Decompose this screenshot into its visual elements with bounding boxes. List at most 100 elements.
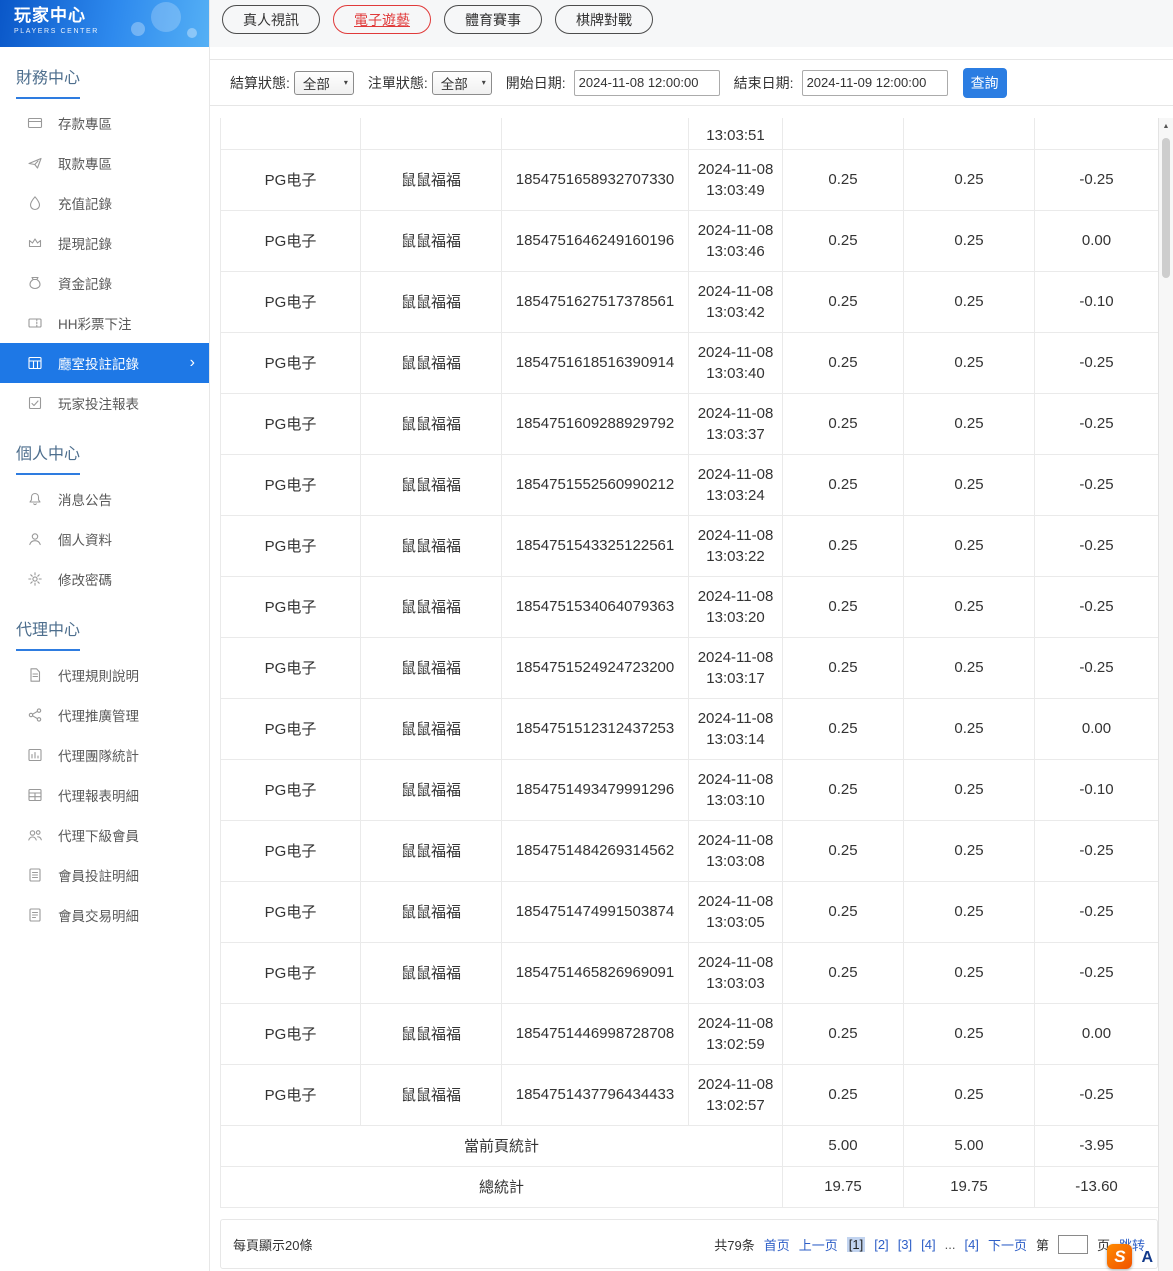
valid-bet-cell: 0.25 [904,1003,1035,1064]
sidebar-item[interactable]: 提現記錄 [0,223,209,263]
sidebar-item[interactable]: 玩家投注報表 [0,383,209,423]
provider-cell: PG电子 [221,210,361,271]
tabs-bar: 真人視訊電子遊藝體育賽事棋牌對戰 [210,0,1173,47]
end-date-input[interactable] [802,70,948,96]
provider-cell [221,118,361,149]
sidebar-item[interactable]: 修改密碼 [0,559,209,599]
bet-amount-cell: 0.25 [783,149,904,210]
bet-amount-cell: 0.25 [783,576,904,637]
sidebar-item[interactable]: 資金記錄 [0,263,209,303]
bet-row: PG电子鼠鼠福福18547516275173785612024-11-0813:… [221,271,1159,332]
first-page-link[interactable]: 首页 [764,1235,790,1254]
sidebar-item[interactable]: 代理報表明細 [0,775,209,815]
time-cell: 2024-11-0813:03:49 [689,149,783,210]
bet-status-value: 全部 [441,73,468,93]
sidebar-item[interactable]: 充值記錄 [0,183,209,223]
valid-bet-cell: 0.25 [904,759,1035,820]
category-tab[interactable]: 體育賽事 [444,5,542,34]
clipped-top-row: 13:03:51 [221,118,1159,149]
sidebar-item[interactable]: 代理規則說明 [0,655,209,695]
next-page-link[interactable]: 下一页 [988,1235,1027,1254]
valid-bet-cell: 0.25 [904,210,1035,271]
sidebar-item-label: 修改密碼 [58,569,112,589]
jump-page-input[interactable] [1058,1235,1088,1254]
net-cell: -0.25 [1035,149,1159,210]
net-cell: -0.25 [1035,454,1159,515]
page-number-link[interactable]: [3] [898,1237,912,1252]
prev-page-link[interactable]: 上一页 [799,1235,838,1254]
bet-amount-cell: 0.25 [783,1064,904,1125]
valid-bet-cell: 0.25 [904,576,1035,637]
sidebar-item[interactable]: 代理團隊統計 [0,735,209,775]
sidebar-item[interactable]: 代理推廣管理 [0,695,209,735]
page-summary-row: 當前頁統計 5.00 5.00 -3.95 [221,1125,1159,1166]
category-tab[interactable]: 棋牌對戰 [555,5,653,34]
jump-prefix-label: 第 [1036,1235,1049,1254]
page-number-link[interactable]: [4] [921,1237,935,1252]
time-cell: 2024-11-0813:03:17 [689,637,783,698]
bet-id-cell: 1854751627517378561 [502,271,689,332]
provider-cell: PG电子 [221,881,361,942]
valid-bet-cell: 0.25 [904,820,1035,881]
time-cell: 2024-11-0813:03:20 [689,576,783,637]
sidebar-item[interactable]: 消息公告 [0,479,209,519]
valid-bet-cell: 0.25 [904,1064,1035,1125]
sidebar-item[interactable]: 個人資料 [0,519,209,559]
ime-letter: S [1114,1247,1125,1267]
bet-amount-cell: 0.25 [783,820,904,881]
start-date-input[interactable] [574,70,720,96]
vertical-scrollbar[interactable]: ▲ [1158,118,1173,1271]
net-cell: 0.00 [1035,698,1159,759]
valid-bet-cell: 0.25 [904,881,1035,942]
time-cell: 13:03:51 [689,118,783,149]
bet-row: PG电子鼠鼠福福18547514658269690912024-11-0813:… [221,942,1159,1003]
game-cell: 鼠鼠福福 [361,881,502,942]
sogou-ime-icon[interactable]: S [1107,1244,1132,1269]
game-cell: 鼠鼠福福 [361,515,502,576]
game-cell: 鼠鼠福福 [361,698,502,759]
time-cell: 2024-11-0813:02:57 [689,1064,783,1125]
sidebar-item[interactable]: 代理下級會員 [0,815,209,855]
bet-id-cell: 1854751484269314562 [502,820,689,881]
bet-status-select[interactable]: 全部 ▾ [432,71,492,95]
page-number-link[interactable]: [4] [964,1237,978,1252]
start-date-label: 開始日期: [506,73,566,93]
sidebar-item[interactable]: 會員投註明細 [0,855,209,895]
sidebar-item[interactable]: 廳室投註記錄› [0,343,209,383]
total-summary-bet: 19.75 [783,1166,904,1207]
settle-status-select[interactable]: 全部 ▾ [294,71,354,95]
bet-amount-cell: 0.25 [783,332,904,393]
scroll-up-arrow-icon[interactable]: ▲ [1159,118,1173,135]
sidebar-item-label: 充值記錄 [58,193,112,213]
sidebar-item[interactable]: 取款專區 [0,143,209,183]
total-summary-label: 總統計 [221,1166,783,1207]
provider-cell: PG电子 [221,332,361,393]
net-cell [1035,118,1159,149]
bets-table-wrap: 13:03:51 PG电子鼠鼠福福18547516589327073302024… [220,118,1158,1208]
player-report-icon [27,395,43,411]
bet-amount-cell: 0.25 [783,271,904,332]
caret-down-icon: ▾ [482,78,486,87]
sidebar-item-label: 代理規則說明 [58,665,139,685]
valid-bet-cell: 0.25 [904,515,1035,576]
bet-row: PG电子鼠鼠福福18547514842693145622024-11-0813:… [221,820,1159,881]
net-cell: 0.00 [1035,1003,1159,1064]
category-tab[interactable]: 真人視訊 [222,5,320,34]
bet-amount-cell: 0.25 [783,210,904,271]
bet-amount-cell: 0.25 [783,759,904,820]
page-number-link[interactable]: [2] [874,1237,888,1252]
ime-indicator[interactable]: S A [1107,1244,1153,1269]
page-number-link[interactable]: [1] [847,1237,865,1252]
share-icon [27,707,43,723]
category-tab[interactable]: 電子遊藝 [333,5,431,34]
settle-status-value: 全部 [303,73,330,93]
sidebar-item[interactable]: HH彩票下注 [0,303,209,343]
page-size-text: 每頁顯示20條 [233,1235,312,1254]
game-cell: 鼠鼠福福 [361,210,502,271]
sidebar-item[interactable]: 存款專區 [0,103,209,143]
sidebar-item[interactable]: 會員交易明細 [0,895,209,935]
search-button[interactable]: 查詢 [963,68,1007,98]
page-summary-label: 當前頁統計 [221,1125,783,1166]
pagination-bar: 每頁顯示20條 共79条 首页 上一页 [1][2][3][4]...[4] 下… [220,1219,1158,1269]
scrollbar-thumb[interactable] [1162,138,1170,278]
